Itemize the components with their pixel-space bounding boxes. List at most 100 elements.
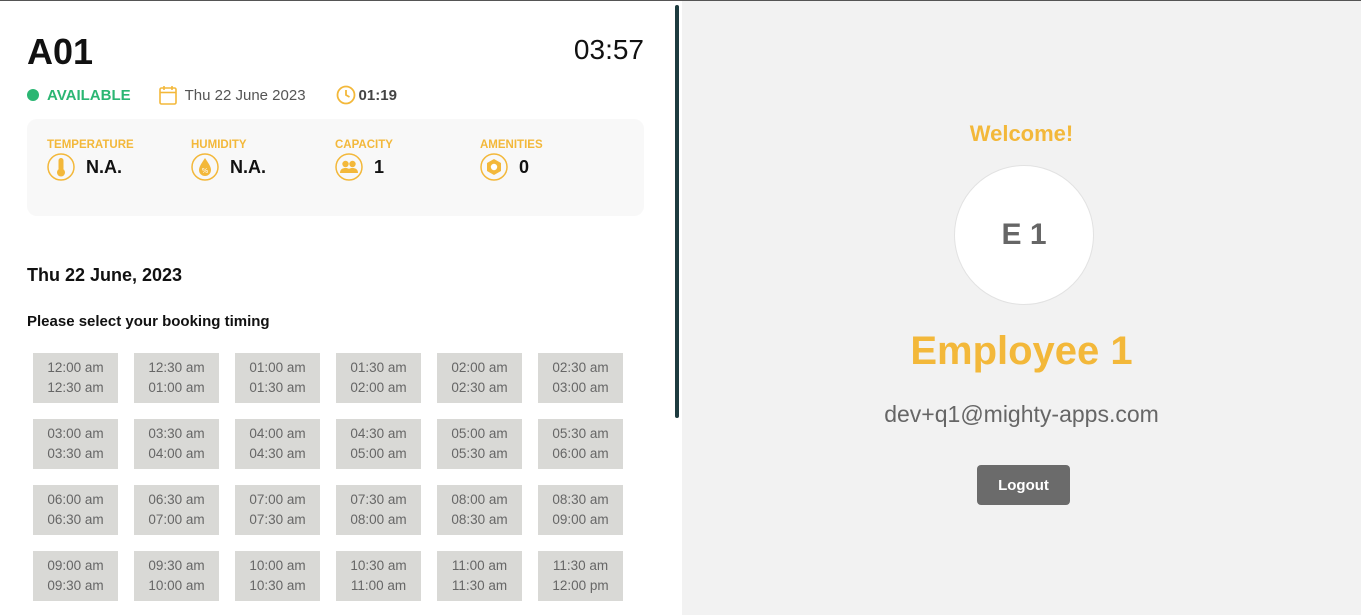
slot-start-time: 05:30 am [552,426,609,441]
slot-start-time: 02:30 am [552,360,609,375]
employee-name: Employee 1 [910,329,1133,373]
slot-end-time: 03:30 am [47,446,104,461]
room-id: A01 [27,31,94,72]
time-slot-button[interactable]: 04:00 am 04:30 am [235,419,320,469]
stat-value: N.A. [230,156,266,177]
room-panel: A01 03:57 AVAILABLE Thu 22 June 2023 01:… [0,1,682,615]
slot-start-time: 01:00 am [249,360,306,375]
slot-end-time: 04:30 am [249,446,306,461]
svg-text:%: % [202,167,209,175]
time-slot-button[interactable]: 01:00 am 01:30 am [235,353,320,403]
booking-prompt: Please select your booking timing [27,313,270,330]
scrollbar[interactable] [675,5,679,418]
slot-start-time: 03:30 am [148,426,205,441]
time-slot-button[interactable]: 02:30 am 03:00 am [538,353,623,403]
slot-start-time: 06:00 am [47,492,104,507]
slot-end-time: 11:00 am [350,578,407,593]
slot-end-time: 06:30 am [47,512,104,527]
timer-value: 01:19 [358,86,397,104]
slot-start-time: 03:00 am [47,426,104,441]
time-slot-button[interactable]: 09:00 am 09:30 am [33,551,118,601]
slot-end-time: 04:00 am [148,446,205,461]
status-dot-icon [27,89,39,101]
time-slot-button[interactable]: 11:00 am 11:30 am [437,551,522,601]
stat-label: AMENITIES [480,139,543,151]
time-slot-button[interactable]: 03:00 am 03:30 am [33,419,118,469]
slot-end-time: 12:00 pm [552,578,609,593]
slot-end-time: 01:00 am [148,380,205,395]
time-slot-button[interactable]: 08:00 am 08:30 am [437,485,522,535]
slot-start-time: 12:30 am [148,360,205,375]
slot-end-time: 03:00 am [552,380,609,395]
time-slot-button[interactable]: 10:30 am 11:00 am [336,551,421,601]
slot-end-time: 08:00 am [350,512,407,527]
time-slot-button[interactable]: 12:00 am 12:30 am [33,353,118,403]
current-time: 03:57 [573,34,644,65]
stat-amenities: AMENITIES 0 [480,139,620,181]
time-slot-button[interactable]: 12:30 am 01:00 am [134,353,219,403]
slot-start-time: 05:00 am [451,426,508,441]
slot-end-time: 05:30 am [451,446,508,461]
slot-end-time: 09:30 am [47,578,104,593]
time-slot-button[interactable]: 05:30 am 06:00 am [538,419,623,469]
slot-start-time: 12:00 am [47,360,104,375]
slot-end-time: 07:00 am [148,512,205,527]
time-slot-button[interactable]: 10:00 am 10:30 am [235,551,320,601]
time-slot-button[interactable]: 05:00 am 05:30 am [437,419,522,469]
employee-email: dev+q1@mighty-apps.com [884,401,1159,427]
slot-start-time: 04:00 am [249,426,306,441]
slot-start-time: 10:00 am [249,558,306,573]
clock-icon [336,85,356,105]
thermometer-icon [47,153,75,181]
time-slot-button[interactable]: 07:30 am 08:00 am [336,485,421,535]
status-badge: AVAILABLE [47,86,131,104]
slot-start-time: 07:30 am [350,492,407,507]
slot-end-time: 06:00 am [552,446,609,461]
slot-start-time: 06:30 am [148,492,205,507]
stat-label: HUMIDITY [191,139,247,151]
date-label: Thu 22 June 2023 [184,86,306,104]
time-slot-button[interactable]: 06:30 am 07:00 am [134,485,219,535]
user-panel: Welcome! E 1 Employee 1 dev+q1@mighty-ap… [682,1,1361,615]
slot-start-time: 11:00 am [451,558,508,573]
slot-start-time: 09:30 am [148,558,205,573]
slot-start-time: 04:30 am [350,426,407,441]
time-slot-button[interactable]: 07:00 am 07:30 am [235,485,320,535]
humidity-icon: % [191,153,219,181]
slot-end-time: 12:30 am [47,380,104,395]
logout-button[interactable]: Logout [977,465,1070,505]
status-row: AVAILABLE Thu 22 June 2023 01:19 [27,82,397,108]
slot-start-time: 01:30 am [350,360,407,375]
time-slot-button[interactable]: 02:00 am 02:30 am [437,353,522,403]
room-stats-card: TEMPERATURE N.A. HUMIDITY % N.A. CAPACIT… [27,119,644,216]
time-slot-button[interactable]: 08:30 am 09:00 am [538,485,623,535]
stat-value: N.A. [86,156,122,177]
avatar: E 1 [954,165,1094,305]
stat-capacity: CAPACITY 1 [335,139,475,181]
time-slot-button[interactable]: 11:30 am 12:00 pm [538,551,623,601]
slot-start-time: 11:30 am [552,558,609,573]
amenities-icon [480,153,508,181]
slot-end-time: 09:00 am [552,512,609,527]
time-slot-button[interactable]: 01:30 am 02:00 am [336,353,421,403]
time-slot-button[interactable]: 03:30 am 04:00 am [134,419,219,469]
welcome-heading: Welcome! [969,121,1074,146]
slot-start-time: 07:00 am [249,492,306,507]
slot-end-time: 08:30 am [451,512,508,527]
slot-start-time: 08:30 am [552,492,609,507]
slot-start-time: 08:00 am [451,492,508,507]
stat-value: 0 [519,156,530,177]
avatar-initials: E 1 [1001,218,1047,251]
slot-start-time: 10:30 am [350,558,407,573]
slot-end-time: 02:00 am [350,380,407,395]
slot-start-time: 09:00 am [47,558,104,573]
time-slot-button[interactable]: 09:30 am 10:00 am [134,551,219,601]
stat-temperature: TEMPERATURE N.A. [47,139,187,181]
slot-end-time: 11:30 am [451,578,508,593]
time-slot-button[interactable]: 06:00 am 06:30 am [33,485,118,535]
calendar-icon [158,85,177,105]
time-slot-button[interactable]: 04:30 am 05:00 am [336,419,421,469]
slot-start-time: 02:00 am [451,360,508,375]
slot-end-time: 02:30 am [451,380,508,395]
slot-end-time: 10:00 am [148,578,205,593]
